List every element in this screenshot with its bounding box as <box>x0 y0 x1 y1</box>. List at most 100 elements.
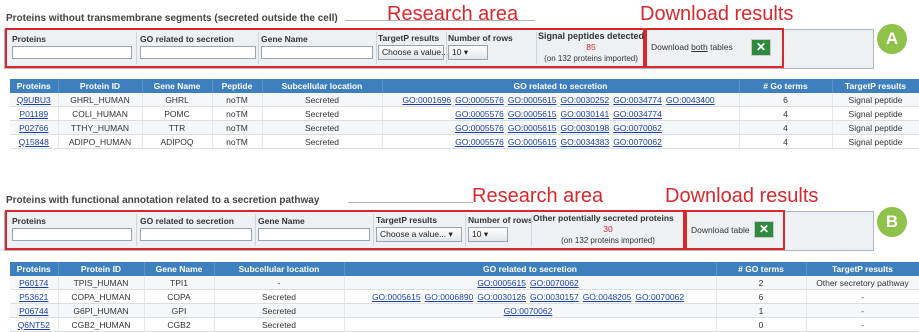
column-header[interactable]: TargetP results <box>832 79 919 93</box>
gene-name-cell: COPA <box>144 289 215 304</box>
column-header[interactable]: Subcellular location <box>262 79 383 93</box>
go-term-link[interactable]: GO:0005576 <box>455 109 504 119</box>
column-header[interactable]: Proteins <box>10 79 59 93</box>
rows-filter-select[interactable]: 10 ▾ <box>468 227 508 242</box>
section-b-research-annotation: Research area <box>472 185 604 207</box>
go-filter-input[interactable] <box>140 228 252 241</box>
go-term-link[interactable]: GO:0005576 <box>455 123 504 133</box>
location-cell: Secreted <box>262 120 383 135</box>
column-header[interactable]: Protein ID <box>58 79 143 93</box>
go-term-link[interactable]: GO:0001696 <box>402 95 451 105</box>
go-term-link[interactable]: GO:0030126 <box>477 292 526 302</box>
table-row: Q6NT52 CGB2_HUMAN CGB2 Secreted 0- <box>10 317 919 332</box>
excel-icon[interactable]: ✕ <box>751 39 771 56</box>
download-table-label[interactable]: Download table <box>691 225 750 235</box>
protein-link[interactable]: P06744 <box>19 306 48 316</box>
go-term-link[interactable]: GO:0030198 <box>561 123 610 133</box>
chevron-down-icon: ▾ <box>463 47 469 57</box>
column-header[interactable]: Proteins <box>10 262 59 276</box>
protein-id-cell: ADIPO_HUMAN <box>58 134 143 149</box>
go-term-link[interactable]: GO:0070062 <box>613 123 662 133</box>
section-a-title: Proteins without transmembrane segments … <box>6 13 338 24</box>
filter-separator <box>373 214 374 246</box>
go-term-link[interactable]: GO:0005615 <box>372 292 421 302</box>
go-term-link[interactable]: GO:0005615 <box>477 278 526 288</box>
rows-select-value: 10 <box>472 229 482 239</box>
go-terms-cell: GO:0005615 GO:0070062 <box>344 276 717 290</box>
go-term-link[interactable]: GO:0070062 <box>613 137 662 147</box>
download-both-label[interactable]: Download both tables <box>651 42 733 52</box>
go-term-link[interactable]: GO:0030157 <box>530 292 579 302</box>
excel-icon[interactable]: ✕ <box>754 221 774 238</box>
filter-separator <box>465 214 466 246</box>
protein-link[interactable]: Q15848 <box>19 137 49 147</box>
protein-cell: Q15848 <box>10 134 59 149</box>
gene-filter-label: Gene Name <box>258 216 305 226</box>
go-term-link[interactable]: GO:0070062 <box>530 278 579 288</box>
go-terms-cell: GO:0005576 GO:0005615 GO:0030198 GO:0070062 <box>382 120 740 135</box>
targetp-filter-select[interactable]: Choose a value... ▾ <box>378 45 455 60</box>
table-row: P02766 TTHY_HUMAN TTR noTM Secreted GO:000557… <box>10 120 919 135</box>
go-filter-input[interactable] <box>140 46 256 59</box>
targetp-cell: - <box>806 303 919 318</box>
gene-filter-input[interactable] <box>261 46 373 59</box>
section-b-download-annotation: Download results <box>665 185 819 207</box>
go-term-link[interactable]: GO:0034774 <box>613 95 662 105</box>
protein-cell: P60174 <box>10 276 59 290</box>
protein-cell: P01189 <box>10 106 59 121</box>
go-term-link[interactable]: GO:0030141 <box>561 109 610 119</box>
location-cell: Secreted <box>214 317 345 332</box>
signal-peptides-count: 85 <box>586 42 596 52</box>
go-terms-cell: GO:0005576 GO:0005615 GO:0030141 GO:0034774 <box>382 106 740 121</box>
go-term-link[interactable]: GO:0048205 <box>583 292 632 302</box>
go-term-link[interactable]: GO:0034383 <box>561 137 610 147</box>
go-terms-cell: GO:0001696 GO:0005576 GO:0005615 GO:0030252… <box>382 93 740 107</box>
section-a-table: Proteins Protein ID Gene Name Peptide Subcel… <box>10 79 919 149</box>
go-term-link[interactable]: GO:0006890 <box>425 292 474 302</box>
column-header[interactable]: # Go terms <box>739 79 833 93</box>
go-term-link[interactable]: GO:0043400 <box>666 95 715 105</box>
protein-id-cell: GHRL_HUMAN <box>58 93 143 107</box>
column-header[interactable]: Protein ID <box>58 262 145 276</box>
go-term-link[interactable]: GO:0005576 <box>455 137 504 147</box>
rows-filter-select[interactable]: 10 ▾ <box>448 45 488 60</box>
protein-id-cell: COLI_HUMAN <box>58 106 143 121</box>
column-header[interactable]: # GO terms <box>716 262 807 276</box>
go-term-link[interactable]: GO:0005576 <box>455 95 504 105</box>
go-count-cell: 1 <box>716 303 807 318</box>
table-row: P06744 G6PI_HUMAN GPI Secreted GO:0070062 1- <box>10 303 919 318</box>
go-term-link[interactable]: GO:0005615 <box>508 123 557 133</box>
section-b-rule <box>348 202 473 203</box>
gene-filter-input[interactable] <box>258 228 370 241</box>
go-count-cell: 4 <box>739 120 833 135</box>
proteins-filter-label: Proteins <box>12 34 47 44</box>
table-row: Q15848 ADIPO_HUMAN ADIPOQ noTM Secreted GO:00… <box>10 134 919 149</box>
filter-separator <box>446 32 447 64</box>
proteins-filter-input[interactable] <box>12 228 132 241</box>
column-header[interactable]: Gene Name <box>144 262 215 276</box>
protein-link[interactable]: Q9UBU3 <box>17 95 51 105</box>
protein-link[interactable]: Q6NT52 <box>18 320 50 330</box>
protein-id-cell: TPIS_HUMAN <box>58 276 145 290</box>
targetp-filter-select[interactable]: Choose a value... ▾ <box>376 227 462 242</box>
column-header[interactable]: Subcellular location <box>214 262 345 276</box>
column-header[interactable]: GO related to secretion <box>344 262 717 276</box>
go-term-link[interactable]: GO:0030252 <box>561 95 610 105</box>
peptide-cell: noTM <box>212 120 263 135</box>
go-term-link[interactable]: GO:0070062 <box>635 292 684 302</box>
proteins-filter-input[interactable] <box>12 46 132 59</box>
go-term-link[interactable]: GO:0070062 <box>504 306 553 316</box>
protein-link[interactable]: P01189 <box>19 109 48 119</box>
go-term-link[interactable]: GO:0005615 <box>508 95 557 105</box>
protein-id-cell: TTHY_HUMAN <box>58 120 143 135</box>
go-term-link[interactable]: GO:0005615 <box>508 109 557 119</box>
protein-link[interactable]: P53621 <box>19 292 48 302</box>
go-term-link[interactable]: GO:0034774 <box>613 109 662 119</box>
go-term-link[interactable]: GO:0005615 <box>508 137 557 147</box>
column-header[interactable]: Peptide <box>212 79 263 93</box>
protein-link[interactable]: P60174 <box>19 278 48 288</box>
column-header[interactable]: GO related to secretion <box>382 79 740 93</box>
column-header[interactable]: TargetP results <box>806 262 919 276</box>
protein-link[interactable]: P02766 <box>19 123 48 133</box>
column-header[interactable]: Gene Name <box>142 79 213 93</box>
